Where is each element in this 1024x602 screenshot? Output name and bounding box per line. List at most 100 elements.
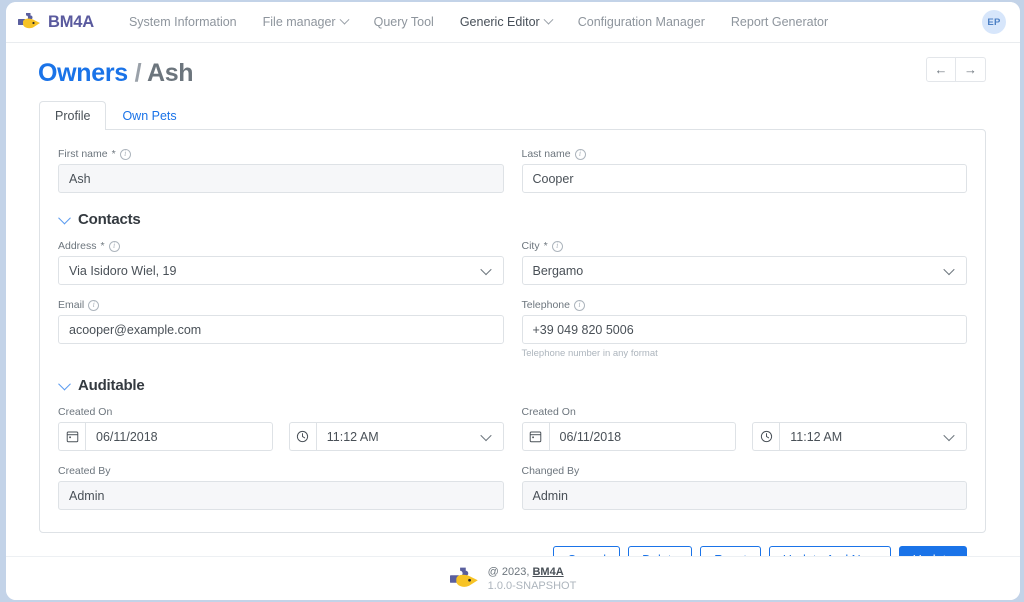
- next-record-button[interactable]: →: [956, 57, 986, 82]
- telephone-label: Telephone i: [522, 299, 968, 311]
- time-input-group[interactable]: 11:12 AM: [288, 422, 504, 451]
- nav-link-label: Query Tool: [373, 15, 434, 29]
- input-value: Admin: [532, 488, 568, 503]
- required-marker: *: [543, 240, 548, 252]
- arrow-left-icon: ←: [934, 62, 948, 77]
- select-value: Bergamo: [532, 263, 584, 278]
- changed-by-field: Changed By Admin: [521, 465, 967, 510]
- label-text: Telephone: [521, 299, 570, 311]
- changed-by-input[interactable]: Admin: [521, 481, 967, 510]
- input-value: +39 049 820 5006: [532, 322, 634, 337]
- address-city-row: Address * i Via Isidoro Wiel, 19 City *: [58, 240, 967, 299]
- tab-profile[interactable]: Profile: [39, 101, 107, 130]
- calendar-icon[interactable]: [521, 422, 549, 451]
- clock-icon[interactable]: [752, 422, 780, 451]
- created-by-group: Created By Admin: [58, 465, 504, 524]
- address-select[interactable]: Via Isidoro Wiel, 19: [58, 256, 504, 285]
- select-value: Via Isidoro Wiel, 19: [69, 263, 177, 278]
- date-input-group[interactable]: 06/11/2018: [58, 422, 273, 451]
- label-text: First name: [58, 148, 108, 160]
- footer-brand-link[interactable]: BM4A: [532, 566, 563, 578]
- telephone-input[interactable]: +39 049 820 5006: [521, 315, 967, 344]
- telephone-help-text: Telephone number in any format: [521, 348, 658, 359]
- chevron-down-icon: [58, 211, 71, 225]
- chevron-down-icon: [58, 377, 71, 391]
- required-marker: *: [111, 148, 116, 160]
- time-select[interactable]: 11:12 AM: [315, 422, 504, 451]
- page-title: Owners / Ash: [38, 59, 986, 88]
- chevron-down-icon: [479, 429, 492, 441]
- time-value: 11:12 AM: [326, 429, 379, 444]
- footer-version: 1.0.0-SNAPSHOT: [487, 579, 577, 592]
- footer-copyright: @ 2023, BM4A: [488, 565, 577, 580]
- email-label: Email i: [58, 299, 504, 311]
- footer-copyright-prefix: @ 2023,: [487, 566, 530, 579]
- created-by-field: Created By Admin: [58, 465, 504, 510]
- info-icon[interactable]: i: [573, 299, 585, 311]
- date-input-group[interactable]: 06/11/2018: [521, 422, 737, 451]
- created-on-row: Created On 06/11/2018 11:12 AM Created O…: [58, 406, 967, 465]
- calendar-glyph: [66, 431, 78, 443]
- last-name-input[interactable]: Cooper: [521, 164, 967, 193]
- clock-glyph: [760, 430, 772, 443]
- label-text: Changed By: [521, 465, 580, 477]
- city-field: City * i Bergamo: [521, 240, 967, 285]
- page-title-entity[interactable]: Owners: [38, 59, 128, 87]
- time-select[interactable]: 11:12 AM: [779, 422, 967, 451]
- info-icon[interactable]: i: [108, 240, 120, 252]
- chevron-down-icon: [943, 429, 955, 441]
- previous-record-button[interactable]: ←: [926, 57, 956, 82]
- first-name-input[interactable]: Ash: [58, 164, 504, 193]
- first-name-field: First name * i Ash: [58, 148, 504, 193]
- clock-icon[interactable]: [288, 422, 316, 451]
- brand[interactable]: BM4A: [18, 12, 94, 32]
- label-text: Address: [58, 240, 97, 252]
- date-input[interactable]: 06/11/2018: [85, 422, 273, 451]
- nav-link-system-information[interactable]: System Information: [116, 2, 250, 42]
- time-value: 11:12 AM: [790, 429, 843, 444]
- auditable-section-header[interactable]: Auditable: [58, 377, 967, 394]
- label-text: Created On: [521, 406, 576, 418]
- email-field: Email i acooper@example.com: [58, 299, 504, 344]
- avatar-initials: EP: [987, 16, 1001, 28]
- input-value: Admin: [69, 488, 105, 503]
- address-field-group: Address * i Via Isidoro Wiel, 19: [58, 240, 504, 299]
- contacts-section-header[interactable]: Contacts: [58, 211, 967, 228]
- address-label: Address * i: [58, 240, 504, 252]
- avatar[interactable]: EP: [982, 10, 1006, 34]
- date-value: 06/11/2018: [96, 429, 158, 444]
- top-navbar: BM4A System Information File manager Que…: [6, 2, 1020, 43]
- created-on-left-time: 11:12 AM: [288, 422, 504, 451]
- info-icon[interactable]: i: [88, 299, 100, 311]
- city-field-group: City * i Bergamo: [521, 240, 967, 299]
- tab-own-pets[interactable]: Own Pets: [106, 101, 192, 130]
- changed-by-group: Changed By Admin: [521, 465, 967, 524]
- nav-link-file-manager[interactable]: File manager: [250, 2, 361, 42]
- nav-link-configuration-manager[interactable]: Configuration Manager: [565, 2, 718, 42]
- nav-link-label: Configuration Manager: [577, 15, 705, 29]
- calendar-icon[interactable]: [58, 422, 85, 451]
- last-name-field-group: Last name i Cooper: [521, 148, 967, 207]
- address-field: Address * i Via Isidoro Wiel, 19: [58, 240, 504, 285]
- date-time-group: 06/11/2018 11:12 AM: [521, 422, 967, 451]
- time-input-group[interactable]: 11:12 AM: [752, 422, 967, 451]
- nav-link-generic-editor[interactable]: Generic Editor: [447, 2, 565, 42]
- info-icon[interactable]: i: [574, 148, 586, 160]
- email-input[interactable]: acooper@example.com: [58, 315, 504, 344]
- city-select[interactable]: Bergamo: [521, 256, 967, 285]
- puzzle-bird-logo-icon: [18, 13, 40, 29]
- info-icon[interactable]: i: [551, 240, 563, 252]
- browser-page: BM4A System Information File manager Que…: [6, 2, 1020, 600]
- nav-link-query-tool[interactable]: Query Tool: [361, 2, 447, 42]
- info-icon[interactable]: i: [119, 148, 131, 160]
- nav-link-report-generator[interactable]: Report Generator: [718, 2, 841, 42]
- created-on-right-date: 06/11/2018: [521, 422, 737, 451]
- input-value: acooper@example.com: [69, 322, 202, 337]
- date-input[interactable]: 06/11/2018: [548, 422, 737, 451]
- created-by-input[interactable]: Admin: [58, 481, 504, 510]
- date-value: 06/11/2018: [559, 429, 622, 444]
- first-name-field-group: First name * i Ash: [58, 148, 504, 207]
- label-text: Created On: [58, 406, 113, 418]
- label-text: Last name: [521, 148, 571, 160]
- last-name-field: Last name i Cooper: [521, 148, 967, 193]
